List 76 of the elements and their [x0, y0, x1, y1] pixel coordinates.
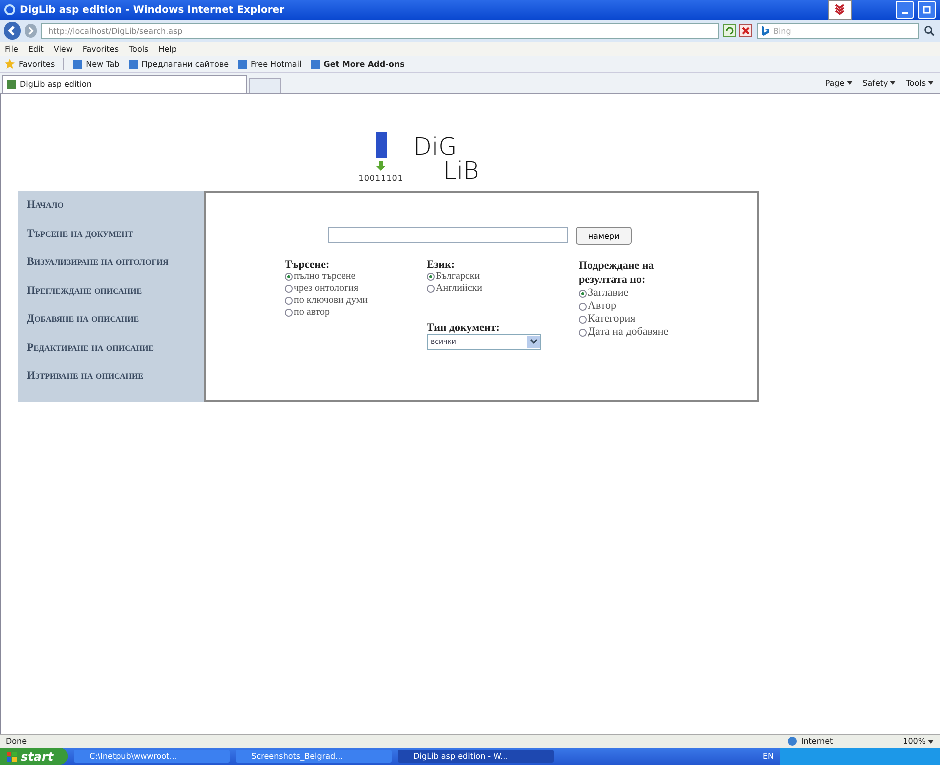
windows-flag-icon — [6, 750, 18, 762]
page-icon — [128, 58, 139, 70]
caret-icon — [846, 81, 853, 85]
maximize-button[interactable] — [918, 1, 936, 19]
favorites-link[interactable]: Free Hotmail — [237, 58, 302, 70]
minimize-icon — [902, 12, 908, 14]
caret-icon — [928, 81, 934, 85]
menu-item[interactable]: Edit — [28, 44, 44, 54]
nav-link[interactable]: Начало — [27, 198, 204, 226]
caret-icon — [928, 740, 934, 744]
nav-link[interactable]: Редактиране на описание — [27, 340, 204, 369]
security-zone: Internet — [787, 736, 834, 747]
caret-icon — [890, 81, 896, 85]
radio-option[interactable]: Заглавие — [579, 287, 629, 300]
browser-tab[interactable]: DigLib asp edition — [2, 75, 247, 93]
nav-link[interactable]: Добавяне на описание — [27, 312, 204, 340]
star-icon — [4, 58, 16, 70]
menu-item[interactable]: View — [54, 44, 73, 54]
radio-option[interactable]: чрез онтология — [285, 283, 359, 295]
stop-icon[interactable] — [739, 24, 754, 38]
menu-item[interactable]: Help — [158, 44, 177, 54]
forward-button[interactable] — [24, 24, 38, 38]
page-icon — [72, 58, 84, 70]
radio-option[interactable]: Български — [427, 271, 480, 283]
group-label: Търсене: — [285, 259, 330, 271]
page-icon — [310, 58, 321, 70]
search-button[interactable]: намери — [576, 227, 632, 245]
taskbar-item[interactable]: DigLib asp edition - W... — [398, 750, 554, 763]
page-icon — [6, 79, 17, 90]
logo: 10011101 DiG LiB — [358, 132, 480, 183]
search-input[interactable] — [328, 227, 568, 243]
radio-option[interactable]: Автор — [579, 300, 617, 313]
field-label: Тип документ: — [427, 322, 500, 334]
globe-icon — [787, 736, 798, 747]
favorites-link[interactable]: New Tab — [72, 58, 120, 70]
radio-option[interactable]: Категория — [579, 313, 636, 326]
back-button[interactable] — [4, 22, 21, 40]
radio-option[interactable]: пълно търсене — [285, 271, 356, 283]
nav-link[interactable]: Изтриване на описание — [27, 369, 204, 398]
download-icon[interactable] — [828, 0, 852, 20]
command-menu[interactable]: Page — [825, 78, 853, 88]
group-label: Подреждане на резултата по: — [579, 259, 656, 287]
taskbar-item[interactable]: C:\Inetpub\wwwroot... — [74, 750, 230, 763]
group-label: Език: — [427, 259, 456, 271]
window-title: DigLib asp edition - Windows Internet Explorer — [20, 4, 285, 16]
start-button[interactable]: start — [0, 748, 68, 765]
chevron-down-icon — [530, 339, 538, 345]
favorites-link[interactable]: Предлагани сайтове — [128, 58, 230, 70]
browser-icon — [4, 4, 16, 16]
nav-link[interactable]: Търсене на документ — [27, 226, 204, 255]
radio-option[interactable]: по ключови думи — [285, 295, 368, 307]
chevrons-icon — [834, 4, 846, 16]
command-menu[interactable]: Tools — [906, 78, 934, 88]
menu-item[interactable]: File — [5, 44, 18, 54]
bing-icon — [761, 26, 770, 36]
menu-item[interactable]: Favorites — [82, 44, 120, 54]
address-field[interactable]: http://localhost/DigLib/search.asp — [41, 23, 720, 39]
maximize-icon — [922, 5, 932, 15]
radio-option[interactable]: Дата на добавяне — [579, 326, 669, 339]
favorites-link[interactable]: Get More Add-ons — [310, 58, 405, 70]
taskbar-item[interactable]: Screenshots_Belgrad... — [236, 750, 392, 763]
page-icon — [237, 58, 248, 70]
language-indicator[interactable]: EN — [762, 752, 774, 761]
status-text: Done — [6, 737, 28, 746]
radio-option[interactable]: по автор — [285, 307, 330, 319]
search-icon[interactable] — [923, 24, 936, 38]
menu-item[interactable]: Tools — [129, 44, 149, 54]
refresh-icon[interactable] — [723, 24, 738, 38]
nav-link[interactable]: Визуализиране на онтология — [27, 255, 204, 284]
minimize-button[interactable] — [896, 1, 914, 19]
command-menu[interactable]: Safety — [862, 78, 896, 88]
favorites-button[interactable]: Favorites — [4, 58, 56, 70]
forward-icon — [26, 26, 36, 36]
zoom-button[interactable]: 100% — [903, 737, 934, 746]
radio-option[interactable]: Английски — [427, 283, 483, 295]
nav-link[interactable]: Преглеждане описание — [27, 284, 204, 312]
